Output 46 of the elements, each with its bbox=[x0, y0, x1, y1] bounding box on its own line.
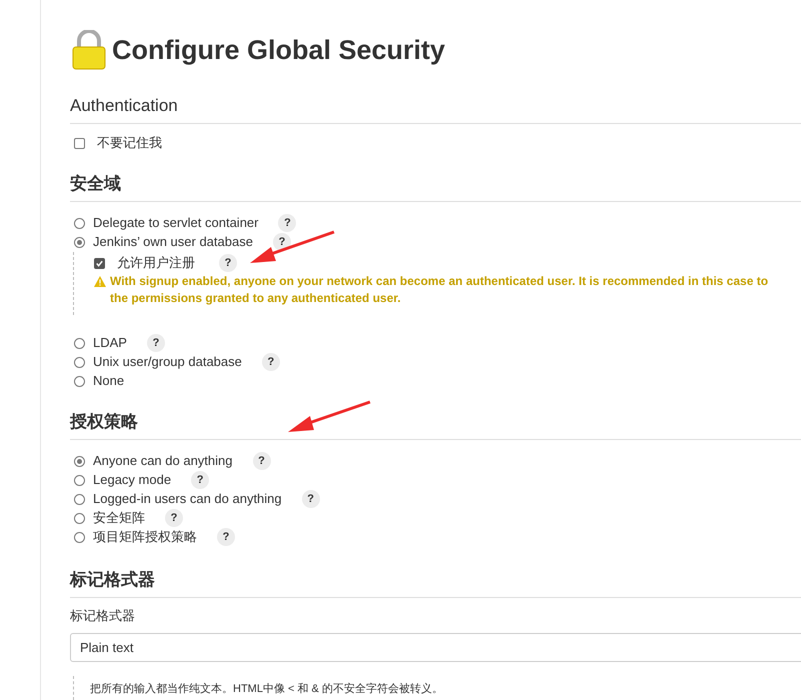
padlock-icon bbox=[70, 30, 108, 70]
field-label: 标记格式器 bbox=[70, 606, 136, 624]
markup-formatter-field[interactable]: Plain text bbox=[70, 633, 801, 662]
help-button[interactable]: ? bbox=[191, 471, 210, 489]
warning-text: the permissions granted to any authenticated user. bbox=[110, 290, 402, 306]
help-button[interactable]: ? bbox=[217, 528, 235, 546]
option-label: 允许用户注册 bbox=[117, 254, 195, 272]
option-label: LDAP bbox=[93, 334, 127, 352]
option-label: 安全矩阵 bbox=[93, 509, 145, 528]
section-heading: Authentication bbox=[70, 96, 178, 114]
help-button[interactable]: ? bbox=[252, 452, 270, 470]
radio-button[interactable] bbox=[74, 512, 85, 524]
option-label: Anyone can do anything bbox=[93, 452, 232, 470]
section-heading: 授权策略 bbox=[70, 412, 138, 430]
help-button[interactable]: ? bbox=[302, 490, 320, 508]
radio-button[interactable] bbox=[74, 456, 85, 466]
option-label: Jenkins’ own user database bbox=[93, 233, 253, 252]
option-label: Legacy mode bbox=[93, 471, 172, 490]
radio-button[interactable] bbox=[74, 236, 85, 248]
help-text: 把所有的输入都当作纯文本。HTML中像 < 和 & 的不安全字符会被转义。 bbox=[90, 683, 443, 695]
help-button[interactable]: ? bbox=[278, 214, 296, 232]
radio-button[interactable] bbox=[74, 376, 85, 386]
section-heading: 安全域 bbox=[70, 174, 121, 192]
radio-button[interactable] bbox=[74, 532, 85, 542]
option-label: Unix user/group database bbox=[93, 353, 242, 372]
help-button[interactable]: ? bbox=[146, 334, 165, 352]
option-label: 不要记住我 bbox=[97, 134, 162, 152]
radio-button[interactable] bbox=[74, 356, 85, 368]
radio-button[interactable] bbox=[74, 474, 85, 486]
option-label: None bbox=[93, 372, 124, 390]
option-label: 项目矩阵授权策略 bbox=[93, 528, 197, 546]
help-button[interactable]: ? bbox=[272, 233, 291, 251]
help-button[interactable]: ? bbox=[219, 254, 237, 272]
checkbox[interactable] bbox=[74, 138, 85, 148]
page-title: Configure Global Security bbox=[112, 34, 446, 67]
radio-button[interactable] bbox=[74, 218, 85, 228]
warning-icon bbox=[94, 276, 106, 286]
option-label: Logged-in users can do anything bbox=[93, 490, 282, 508]
help-button[interactable]: ? bbox=[165, 509, 183, 527]
radio-button[interactable] bbox=[74, 338, 85, 348]
help-button[interactable]: ? bbox=[262, 353, 280, 371]
checkbox[interactable] bbox=[94, 258, 105, 268]
radio-button[interactable] bbox=[74, 494, 85, 504]
warning-text: With signup enabled, anyone on your network can become an authenticated user. It is recommended in this case to bbox=[110, 272, 768, 290]
option-label: Delegate to servlet container bbox=[93, 214, 258, 232]
section-heading: 标记格式器 bbox=[70, 570, 155, 588]
